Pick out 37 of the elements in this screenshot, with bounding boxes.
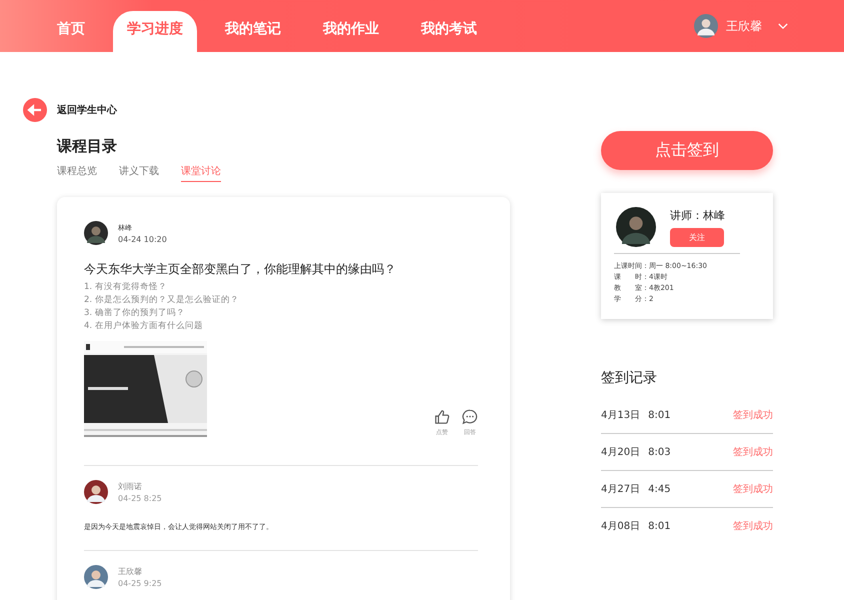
follow-button[interactable]: 关注 bbox=[670, 228, 724, 246]
record-time: 8:01 bbox=[648, 410, 671, 420]
section-title: 课程目录 bbox=[57, 137, 118, 156]
course-tab[interactable]: 课程总览 bbox=[57, 164, 97, 182]
author-name: 王欣馨 bbox=[118, 566, 143, 577]
nav-tab[interactable]: 首页 bbox=[43, 11, 99, 52]
record-date: 4月13日 bbox=[601, 409, 640, 422]
record-status: 签到成功 bbox=[733, 482, 773, 496]
question-item: 2. 你是怎么预判的？又是怎么验证的？ bbox=[84, 294, 240, 307]
question-item: 4. 在用户体验方面有什么问题 bbox=[84, 320, 204, 333]
nav-tab[interactable]: 我的作业 bbox=[309, 11, 393, 52]
record-time: 8:03 bbox=[648, 446, 671, 458]
record-time: 8:01 bbox=[648, 520, 671, 532]
record-status: 签到成功 bbox=[733, 408, 773, 422]
section-title: 签到记录 bbox=[601, 369, 658, 387]
record-date: 4月08日 bbox=[601, 520, 640, 533]
record-status: 签到成功 bbox=[733, 446, 773, 459]
teacher-name: 讲师：林峰 bbox=[670, 208, 725, 222]
post-title: 今天东华大学主页全部变黑白了，你能理解其中的缘由吗？ bbox=[84, 261, 397, 278]
record-time: 4:45 bbox=[648, 484, 671, 494]
check-in-button[interactable]: 点击签到 bbox=[601, 131, 773, 170]
question-item: 3. 确凿了你的预判了吗？ bbox=[84, 307, 186, 320]
user-name[interactable]: 王欣馨 bbox=[726, 18, 762, 34]
question-item: 1. 有没有觉得奇怪？ bbox=[84, 281, 168, 294]
course-tab[interactable]: 讲义下载 bbox=[119, 164, 159, 182]
author-name: 刘雨诺 bbox=[118, 481, 143, 492]
record-status: 签到成功 bbox=[733, 520, 773, 533]
nav-tab[interactable]: 我的笔记 bbox=[211, 11, 295, 52]
course-tab[interactable]: 课堂讨论 bbox=[181, 164, 221, 182]
post-time: 04-24 10:20 bbox=[118, 234, 167, 244]
nav-tab[interactable]: 学习进度 bbox=[113, 11, 197, 52]
comment-time: 04-25 8:25 bbox=[118, 494, 162, 503]
back-link[interactable]: 返回学生中心 bbox=[57, 103, 117, 117]
record-date: 4月20日 bbox=[601, 446, 640, 459]
record-date: 4月27日 bbox=[601, 483, 640, 496]
comment-time: 04-25 9:25 bbox=[118, 579, 162, 588]
nav-tab[interactable]: 我的考试 bbox=[407, 11, 491, 52]
